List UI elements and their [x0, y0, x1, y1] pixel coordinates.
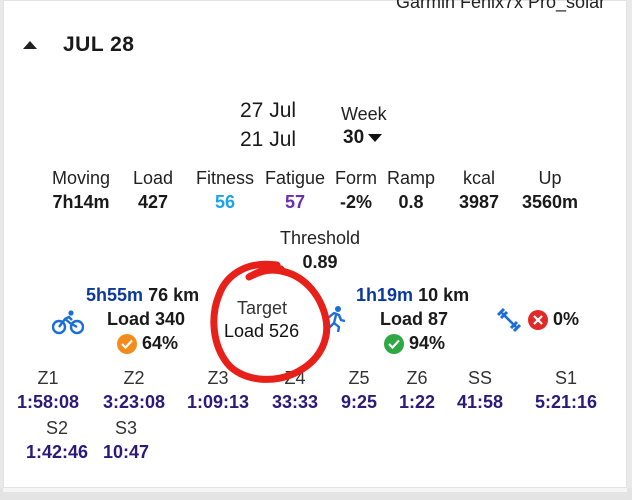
stat-load: Load 427: [133, 167, 173, 215]
stat-value: 427: [137, 192, 169, 212]
zone-label: Z6: [406, 368, 428, 388]
stat-label: Form: [335, 168, 377, 188]
zone-z5: Z5 9:25: [341, 367, 377, 415]
bike-icon: [52, 310, 84, 335]
zone-ss: SS 41:58: [457, 367, 503, 415]
stat-moving: Moving 7h14m: [52, 167, 110, 215]
zone-s1: S1 5:21:16: [535, 367, 597, 415]
cross-icon: [528, 310, 548, 331]
week-summary-card: Garmin Fenix7x Pro_solar JUL 28 27 Jul 2…: [3, 0, 627, 488]
zone-value: 1:58:08: [16, 392, 80, 412]
bike-load: Load 340: [107, 309, 186, 329]
stat-up: Up 3560m: [522, 167, 578, 215]
zone-label: S1: [554, 368, 578, 388]
zone-z1: Z1 1:58:08: [17, 367, 79, 415]
bike-percent: 64%: [142, 333, 179, 353]
stat-label: Ramp: [386, 168, 436, 188]
bottom-edge: [0, 488, 632, 500]
stat-fatigue: Fatigue 57: [265, 167, 325, 215]
zone-label: Z5: [348, 368, 370, 388]
stat-label: Fatigue: [264, 168, 326, 188]
zone-value: 10:47: [102, 442, 150, 462]
stat-label: Fitness: [195, 168, 255, 188]
stat-kcal: kcal 3987: [459, 167, 499, 215]
zone-label: Z2: [123, 368, 145, 388]
week-value: 30: [343, 127, 365, 148]
range-start: 21 Jul: [240, 128, 297, 151]
bike-distance: 76 km: [148, 285, 200, 305]
zone-value: 3:23:08: [102, 392, 166, 412]
stat-label: Load: [132, 168, 174, 188]
run-distance: 10 km: [418, 285, 470, 305]
device-name: Garmin Fenix7x Pro_solar: [396, 0, 606, 12]
stat-label: Moving: [51, 168, 111, 188]
stat-form: Form -2%: [335, 167, 377, 215]
run-compliance: 94%: [384, 333, 446, 355]
stat-ramp: Ramp 0.8: [387, 167, 435, 215]
zone-value: 9:25: [340, 392, 378, 412]
stat-value: 56: [214, 192, 236, 212]
zone-s3: S3 10:47: [103, 417, 149, 465]
check-icon: [117, 334, 137, 355]
bike-compliance: 64%: [117, 333, 179, 355]
threshold-label: Threshold: [279, 228, 361, 248]
run-time: 1h19m: [356, 285, 414, 305]
stat-value: -2%: [339, 192, 372, 212]
zone-label: Z1: [37, 368, 59, 388]
stat-label: Up: [538, 168, 562, 188]
week-selector[interactable]: 30: [343, 127, 383, 149]
strength-compliance: 0%: [528, 309, 580, 331]
bike-time: 5h55m: [86, 285, 144, 305]
zone-label: SS: [467, 368, 493, 388]
zone-value: 1:22: [398, 392, 436, 412]
stat-value: 57: [284, 192, 306, 212]
strength-percent: 0%: [553, 309, 580, 329]
range-end: 27 Jul: [240, 99, 297, 122]
stat-value: 3987: [458, 192, 500, 212]
zone-value: 5:21:16: [534, 392, 598, 412]
week-label: Week: [341, 104, 387, 124]
date-header[interactable]: JUL 28: [63, 33, 135, 57]
run-load: Load 87: [380, 309, 449, 329]
zone-label: S2: [45, 418, 69, 438]
zone-z2: Z2 3:23:08: [103, 367, 165, 415]
zone-value: 33:33: [271, 392, 319, 412]
zone-z6: Z6 1:22: [399, 367, 435, 415]
dumbbell-icon: [496, 307, 522, 333]
zone-label: S3: [114, 418, 138, 438]
dropdown-arrow-icon: [368, 134, 383, 142]
zone-value: 1:42:46: [25, 442, 89, 462]
stat-value: 3560m: [521, 192, 579, 212]
stat-label: kcal: [462, 168, 496, 188]
zone-s2: S2 1:42:46: [26, 417, 88, 465]
stat-value: 0.8: [398, 192, 424, 212]
check-icon: [384, 334, 404, 355]
zone-value: 1:09:13: [186, 392, 250, 412]
stat-value: 7h14m: [52, 192, 110, 212]
date-range: 27 Jul 21 Jul: [240, 96, 296, 154]
run-percent: 94%: [409, 333, 446, 353]
collapse-arrow-icon[interactable]: [21, 38, 39, 52]
bike-summary: 5h55m 76 km: [86, 285, 199, 306]
red-circle-annotation: [210, 260, 331, 383]
run-summary: 1h19m 10 km: [356, 285, 469, 306]
zone-value: 41:58: [456, 392, 504, 412]
stat-fitness: Fitness 56: [196, 167, 254, 215]
